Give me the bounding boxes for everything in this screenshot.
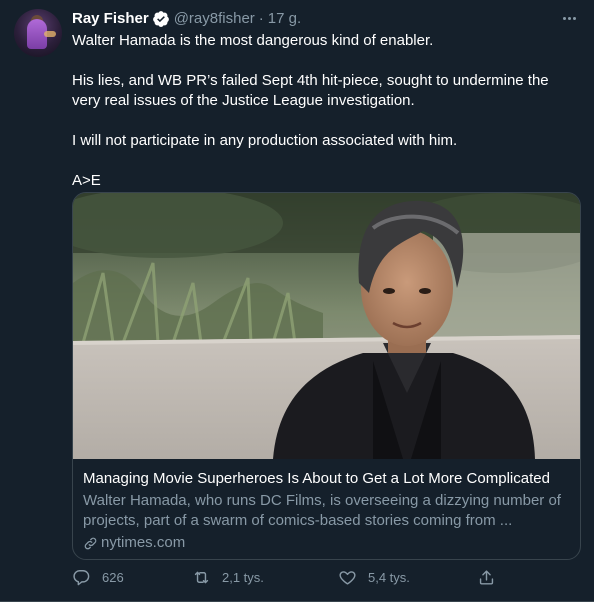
- reply-icon: [73, 570, 90, 586]
- tweet[interactable]: Ray Fisher @ray8fisher · 17 g. Walter Ha…: [0, 0, 594, 602]
- card-body: Managing Movie Superheroes Is About to G…: [73, 459, 580, 553]
- card-domain-text: nytimes.com: [101, 534, 186, 551]
- avatar[interactable]: [14, 9, 62, 57]
- share-button[interactable]: [477, 568, 507, 587]
- tweet-text: Walter Hamada is the most dangerous kind…: [72, 31, 580, 191]
- verified-badge-icon: [152, 11, 169, 27]
- retweet-icon: [194, 571, 209, 584]
- link-preview-card[interactable]: Managing Movie Superheroes Is About to G…: [72, 192, 581, 560]
- tweet-actions: 626 2,1 tys. 5,4 tys.: [72, 568, 512, 590]
- heart-icon: [339, 571, 356, 585]
- link-icon: [84, 537, 97, 549]
- reply-count: 626: [102, 570, 124, 585]
- author-handle[interactable]: @ray8fisher: [174, 9, 255, 29]
- retweet-count: 2,1 tys.: [222, 570, 264, 585]
- tweet-paragraph: His lies, and WB PR’s failed Sept 4th hi…: [72, 72, 549, 109]
- share-icon: [479, 570, 494, 585]
- card-description: Walter Hamada, who runs DC Films, is ove…: [83, 492, 561, 529]
- retweet-button[interactable]: 2,1 tys.: [192, 568, 264, 587]
- tweet-paragraph: Walter Hamada is the most dangerous kind…: [72, 32, 434, 49]
- card-image: [73, 193, 580, 459]
- separator: ·: [258, 10, 264, 27]
- tweet-paragraph: A>E: [72, 172, 101, 189]
- tweet-paragraph: I will not participate in any production…: [72, 132, 458, 149]
- timestamp[interactable]: 17 g.: [268, 9, 301, 29]
- card-domain[interactable]: nytimes.com: [83, 533, 570, 553]
- like-count: 5,4 tys.: [368, 570, 410, 585]
- like-button[interactable]: 5,4 tys.: [338, 568, 410, 587]
- card-title[interactable]: Managing Movie Superheroes Is About to G…: [83, 469, 570, 489]
- author-name[interactable]: Ray Fisher: [72, 9, 149, 29]
- more-dots-icon[interactable]: [558, 10, 580, 26]
- avatar-light: [44, 31, 56, 37]
- tweet-header: Ray Fisher @ray8fisher · 17 g.: [72, 9, 301, 29]
- reply-button[interactable]: 626: [72, 568, 124, 587]
